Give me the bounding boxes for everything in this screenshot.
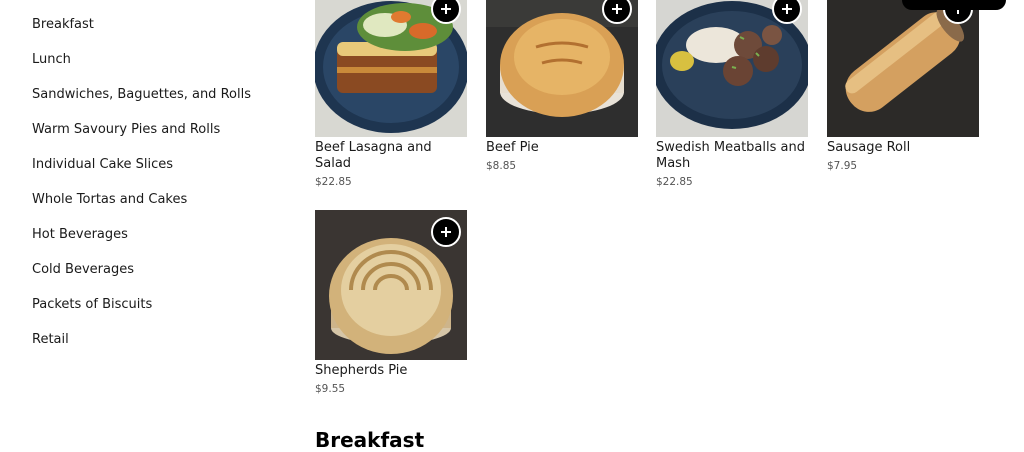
add-to-cart-button[interactable] [431, 217, 461, 247]
product-price: $22.85 [656, 176, 693, 188]
product-card[interactable]: Shepherds Pie $9.55 [315, 210, 467, 395]
sidebar-item-cake-slices[interactable]: Individual Cake Slices [32, 157, 173, 172]
product-price: $7.95 [827, 160, 858, 172]
plus-icon [441, 227, 451, 237]
product-card[interactable]: Beef Lasagna and Salad $22.85 [315, 0, 467, 188]
product-card[interactable]: Beef Pie $8.85 [486, 0, 638, 172]
plus-icon [612, 4, 622, 14]
product-name: Sausage Roll [827, 140, 911, 155]
product-image [827, 0, 979, 137]
product-card[interactable]: Sausage Roll $7.95 [827, 0, 979, 172]
sidebar-item-cold-beverages[interactable]: Cold Beverages [32, 262, 134, 277]
sidebar-item-warm-savoury-pies[interactable]: Warm Savoury Pies and Rolls [32, 122, 220, 137]
sidebar-item-hot-beverages[interactable]: Hot Beverages [32, 227, 128, 242]
product-image [656, 0, 808, 137]
product-image [486, 0, 638, 137]
product-price: $22.85 [315, 176, 352, 188]
product-card[interactable]: Swedish Meatballs and Mash $22.85 [656, 0, 808, 188]
product-name: Swedish Meatballs and Mash [656, 140, 805, 171]
product-price: $9.55 [315, 383, 346, 395]
product-image [315, 210, 467, 360]
sidebar-item-retail[interactable]: Retail [32, 332, 69, 347]
section-heading: Breakfast [315, 428, 425, 452]
sidebar-item-biscuits[interactable]: Packets of Biscuits [32, 297, 152, 312]
product-name: Beef Pie [486, 140, 539, 155]
sidebar-item-sandwiches[interactable]: Sandwiches, Baguettes, and Rolls [32, 87, 251, 102]
product-name: Shepherds Pie [315, 363, 408, 378]
sidebar-item-whole-cakes[interactable]: Whole Tortas and Cakes [32, 192, 187, 207]
product-image [315, 0, 467, 137]
product-name: Beef Lasagna and Salad [315, 140, 432, 171]
plus-icon [782, 4, 792, 14]
plus-icon [441, 4, 451, 14]
cart-pill[interactable] [902, 0, 1006, 10]
product-price: $8.85 [486, 160, 517, 172]
sidebar-item-breakfast[interactable]: Breakfast [32, 17, 94, 32]
sidebar-item-lunch[interactable]: Lunch [32, 52, 71, 67]
